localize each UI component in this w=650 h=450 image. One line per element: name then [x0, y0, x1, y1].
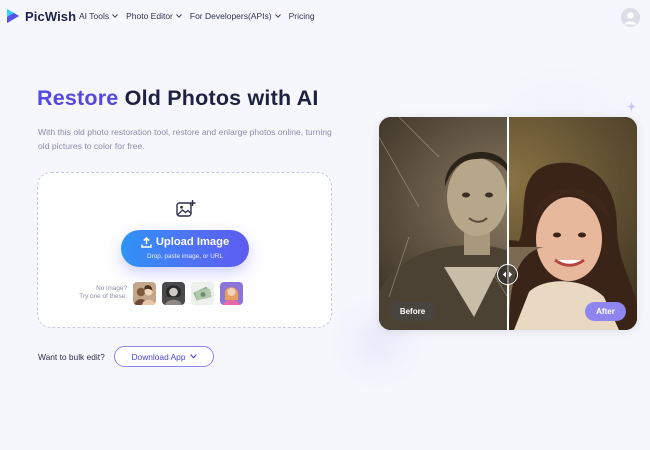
- page-title: Restore Old Photos with AI: [37, 86, 319, 111]
- title-rest: Old Photos with AI: [124, 86, 319, 110]
- nav-pricing[interactable]: Pricing: [289, 11, 315, 21]
- sample-hint: No image? Try one of these:: [64, 285, 127, 301]
- nav-for-developers[interactable]: For Developers(APIs): [190, 11, 281, 21]
- page-subtitle: With this old photo restoration tool, re…: [38, 127, 332, 151]
- sample-woman-portrait[interactable]: [162, 282, 185, 305]
- upload-button-main: Upload Image: [121, 236, 249, 248]
- chevron-down-icon: [176, 14, 182, 18]
- user-avatar-button[interactable]: [621, 8, 640, 27]
- nav-item-label: For Developers(APIs): [189, 11, 272, 21]
- upload-icon: [141, 236, 152, 248]
- nav-photo-editor[interactable]: Photo Editor: [126, 11, 182, 21]
- sample-hint-line2: Try one of these:: [79, 293, 127, 300]
- add-image-icon: [176, 200, 196, 217]
- nav-item-label: Pricing: [288, 11, 315, 21]
- nav-ai-tools[interactable]: AI Tools: [79, 11, 118, 21]
- upload-dropzone[interactable]: Upload Image Drop, paste image, or URL N…: [37, 172, 332, 328]
- nav-item-label: Photo Editor: [126, 11, 173, 21]
- download-app-button[interactable]: Download App: [114, 346, 214, 367]
- after-label: After: [585, 302, 626, 321]
- sample-couple-photo[interactable]: [133, 282, 156, 305]
- picwish-logo-icon: [7, 9, 19, 23]
- sample-money-photo[interactable]: [191, 282, 214, 305]
- picwish-logo[interactable]: PicWish: [6, 8, 76, 24]
- top-navigation-bar: PicWish AI Tools Photo Editor For Develo…: [0, 0, 650, 34]
- upload-image-button[interactable]: Upload Image Drop, paste image, or URL: [121, 230, 249, 267]
- upload-button-label: Upload Image: [155, 236, 230, 248]
- user-avatar-icon: [621, 8, 640, 27]
- title-accent: Restore: [37, 86, 119, 110]
- nav-item-label: AI Tools: [79, 11, 110, 21]
- upload-button-hint: Drop, paste image, or URL: [146, 253, 223, 260]
- bulk-edit-prompt: Want to bulk edit?: [38, 352, 105, 362]
- chevron-down-icon: [112, 14, 118, 18]
- before-after-comparison[interactable]: Before After: [379, 117, 637, 330]
- comparison-divider: [507, 117, 509, 330]
- download-app-label: Download App: [131, 351, 186, 362]
- compare-handle-icon: [502, 271, 513, 278]
- comparison-slider-handle[interactable]: [497, 264, 518, 285]
- app-name: PicWish: [25, 8, 77, 24]
- chevron-down-icon: [189, 354, 197, 359]
- sample-hint-line1: No image?: [96, 285, 127, 292]
- sparkle-icon: [626, 101, 637, 112]
- main-nav: AI Tools Photo Editor For Developers(API…: [79, 11, 323, 21]
- before-label: Before: [390, 302, 435, 321]
- chevron-down-icon: [274, 14, 281, 18]
- sample-girl-portrait[interactable]: [220, 282, 243, 305]
